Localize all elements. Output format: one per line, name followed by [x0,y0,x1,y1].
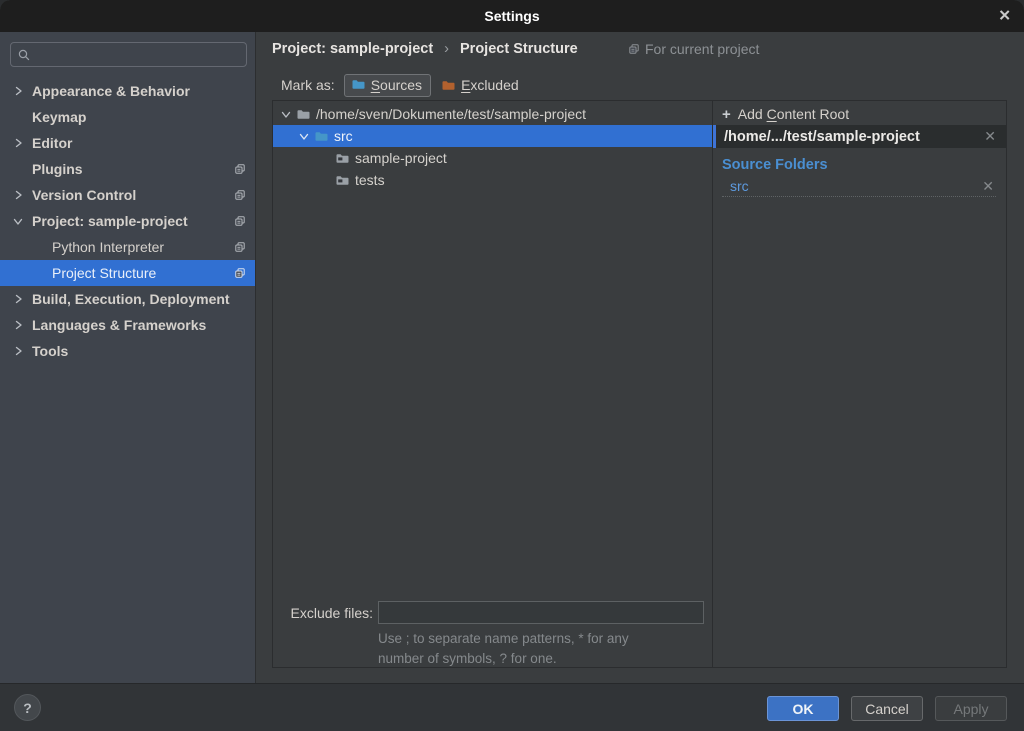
sidebar-item-plugins[interactable]: Plugins [0,156,255,182]
sidebar-item-languages-frameworks[interactable]: Languages & Frameworks [0,312,255,338]
sidebar-item-appearance-behavior[interactable]: Appearance & Behavior [0,78,255,104]
sidebar-item-project-structure[interactable]: Project Structure [0,260,255,286]
content-root-path: /home/.../test/sample-project [716,129,974,145]
tree-row-tests[interactable]: tests [273,169,712,191]
tree-row-src[interactable]: src [273,125,712,147]
sidebar-item-editor[interactable]: Editor [0,130,255,156]
dialog-title: Settings [484,8,539,24]
close-icon[interactable]: ✕ [998,9,1011,24]
settings-sidebar: Appearance & Behavior Keymap Editor Plug… [0,32,256,683]
per-project-settings-icon [235,242,245,252]
source-folder-name: src [722,178,980,194]
breadcrumb-project[interactable]: Project: sample-project [272,41,433,57]
exclude-files-label: Exclude files: [281,602,373,624]
source-folder-icon [315,131,328,142]
chevron-right-icon[interactable] [10,190,26,200]
add-content-root-button[interactable]: + Add Content Root [713,103,1006,125]
content-roots-panel: + Add Content Root /home/.../test/sample… [713,101,1006,667]
excluded-folder-icon [442,80,455,91]
chevron-down-icon[interactable] [297,132,311,141]
search-input[interactable] [35,46,239,64]
breadcrumb-separator: › [444,41,449,57]
breadcrumb: Project: sample-project › Project Struct… [272,39,578,59]
chevron-right-icon[interactable] [10,294,26,304]
per-project-settings-icon [629,44,639,54]
mark-as-label: Mark as: [281,77,335,93]
tree-row-sample-project[interactable]: sample-project [273,147,712,169]
breadcrumb-page-title: Project Structure [460,41,578,57]
folder-icon [336,175,349,186]
project-structure-panels: /home/sven/Dokumente/test/sample-project… [272,100,1007,668]
exclude-files-input[interactable] [378,601,704,624]
chevron-down-icon[interactable] [279,110,293,119]
folder-icon [297,109,310,120]
exclude-files-hint: Use ; to separate name patterns, * for a… [378,629,629,669]
sidebar-item-keymap[interactable]: Keymap [0,104,255,130]
source-folder-row[interactable]: src ✕ [722,176,996,197]
chevron-down-icon[interactable] [10,217,26,226]
mark-sources-button[interactable]: Sources [344,74,431,97]
settings-dialog: Settings ✕ Appearance & Behavior Keymap … [0,0,1024,731]
mark-excluded-button[interactable]: Excluded [440,75,521,95]
ok-button[interactable]: OK [767,696,839,721]
chevron-right-icon[interactable] [10,346,26,356]
remove-content-root-icon[interactable]: ✕ [974,128,1006,145]
settings-search[interactable] [10,42,247,67]
per-project-settings-icon [235,164,245,174]
titlebar: Settings ✕ [0,0,1024,32]
plus-icon: + [722,106,731,123]
apply-button: Apply [935,696,1007,721]
content-root-row[interactable]: /home/.../test/sample-project ✕ [713,125,1006,148]
sidebar-item-project-sample-project[interactable]: Project: sample-project [0,208,255,234]
search-icon [18,49,30,61]
settings-nav: Appearance & Behavior Keymap Editor Plug… [0,78,255,364]
dialog-footer: ? OK Cancel Apply [0,683,1024,731]
sidebar-item-build-execution-deployment[interactable]: Build, Execution, Deployment [0,286,255,312]
scope-note: For current project [629,40,759,58]
tree-row-content-root[interactable]: /home/sven/Dokumente/test/sample-project [273,103,712,125]
cancel-button[interactable]: Cancel [851,696,923,721]
chevron-right-icon[interactable] [10,86,26,96]
folder-icon [336,153,349,164]
source-folders-heading: Source Folders [713,148,1006,176]
sidebar-item-tools[interactable]: Tools [0,338,255,364]
directory-tree-panel: /home/sven/Dokumente/test/sample-project… [273,101,713,667]
per-project-settings-icon [235,216,245,226]
mark-as-toolbar: Mark as: Sources Excluded [281,72,521,98]
source-folder-icon [352,79,365,90]
chevron-right-icon[interactable] [10,320,26,330]
help-button[interactable]: ? [14,694,41,721]
sidebar-item-version-control[interactable]: Version Control [0,182,255,208]
per-project-settings-icon [235,190,245,200]
per-project-settings-icon [235,268,245,278]
chevron-right-icon[interactable] [10,138,26,148]
remove-source-folder-icon[interactable]: ✕ [980,178,996,195]
directory-tree: /home/sven/Dokumente/test/sample-project… [273,103,712,191]
sidebar-item-python-interpreter[interactable]: Python Interpreter [0,234,255,260]
